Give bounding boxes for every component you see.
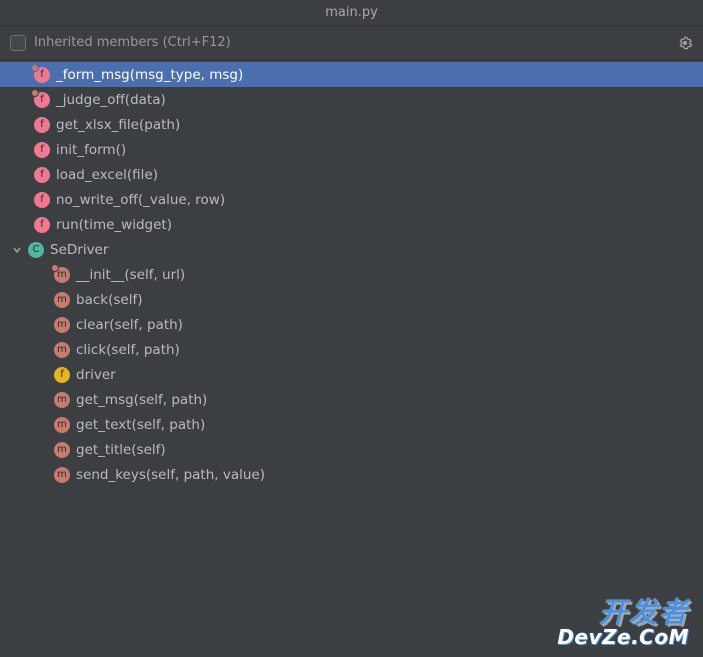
function-icon: f (34, 167, 50, 183)
tree-item-label: __init__(self, url) (76, 267, 185, 283)
tree-item-label: _form_msg(msg_type, msg) (56, 67, 243, 83)
tree-row[interactable]: fdriver (0, 362, 703, 387)
tree-row[interactable]: m send_keys(self, path, value) (0, 462, 703, 487)
toolbar: Inherited members (Ctrl+F12) (0, 26, 703, 60)
function-icon: f (34, 67, 50, 83)
tree-item-label: back(self) (76, 292, 142, 308)
function-icon: f (34, 142, 50, 158)
method-icon: m (54, 342, 70, 358)
inherited-checkbox[interactable] (10, 35, 26, 51)
function-icon: f (34, 117, 50, 133)
tree-row[interactable]: m click(self, path) (0, 337, 703, 362)
tree-row[interactable]: f no_write_off(_value, row) (0, 187, 703, 212)
gear-icon[interactable] (677, 35, 693, 51)
tree-row[interactable]: m get_title(self) (0, 437, 703, 462)
structure-tree: f _form_msg(msg_type, msg) f _judge_off(dat… (0, 60, 703, 489)
tree-item-label: no_write_off(_value, row) (56, 192, 225, 208)
tree-row[interactable]: m back(self) (0, 287, 703, 312)
tree-item-label: click(self, path) (76, 342, 180, 358)
method-icon: m (54, 442, 70, 458)
private-indicator-icon (31, 89, 39, 97)
window-title: main.py (325, 5, 378, 20)
tree-item-label: _judge_off(data) (56, 92, 166, 108)
tree-item-label: run(time_widget) (56, 217, 172, 233)
watermark: 开发者 DevZe.CoM (557, 599, 689, 647)
tree-item-label: init_form() (56, 142, 126, 158)
method-icon: m (54, 467, 70, 483)
method-icon: m (54, 317, 70, 333)
tree-row[interactable]: f init_form() (0, 137, 703, 162)
class-icon: C (28, 242, 44, 258)
tree-item-label: get_msg(self, path) (76, 392, 207, 408)
tree-item-label: send_keys(self, path, value) (76, 467, 265, 483)
tree-item-label: clear(self, path) (76, 317, 183, 333)
function-icon: f (34, 92, 50, 108)
function-icon: f (34, 217, 50, 233)
watermark-cn: 开发者 (557, 599, 689, 627)
tree-item-label: driver (76, 367, 116, 383)
tree-item-label: load_excel(file) (56, 167, 158, 183)
tree-row[interactable]: m get_text(self, path) (0, 412, 703, 437)
inherited-label: Inherited members (Ctrl+F12) (34, 35, 231, 50)
method-icon: m (54, 267, 70, 283)
field-icon: f (54, 367, 70, 383)
tree-row[interactable]: m get_msg(self, path) (0, 387, 703, 412)
tree-item-label: SeDriver (50, 242, 108, 258)
title-bar: main.py (0, 0, 703, 26)
tree-item-label: get_xlsx_file(path) (56, 117, 180, 133)
chevron-down-icon[interactable] (12, 245, 22, 255)
method-icon: m (54, 292, 70, 308)
method-icon: m (54, 417, 70, 433)
method-icon: m (54, 392, 70, 408)
tree-row[interactable]: f _form_msg(msg_type, msg) (0, 62, 703, 87)
tree-item-label: get_title(self) (76, 442, 166, 458)
function-icon: f (34, 192, 50, 208)
tree-item-label: get_text(self, path) (76, 417, 205, 433)
tree-row[interactable]: f run(time_widget) (0, 212, 703, 237)
tree-row[interactable]: f get_xlsx_file(path) (0, 112, 703, 137)
tree-row[interactable]: m clear(self, path) (0, 312, 703, 337)
tree-row[interactable]: C SeDriver (0, 237, 703, 262)
tree-row[interactable]: f _judge_off(data) (0, 87, 703, 112)
private-indicator-icon (31, 64, 39, 72)
watermark-en: DevZe.CoM (557, 627, 689, 647)
tree-row[interactable]: m __init__(self, url) (0, 262, 703, 287)
private-indicator-icon (51, 264, 59, 272)
tree-row[interactable]: f load_excel(file) (0, 162, 703, 187)
